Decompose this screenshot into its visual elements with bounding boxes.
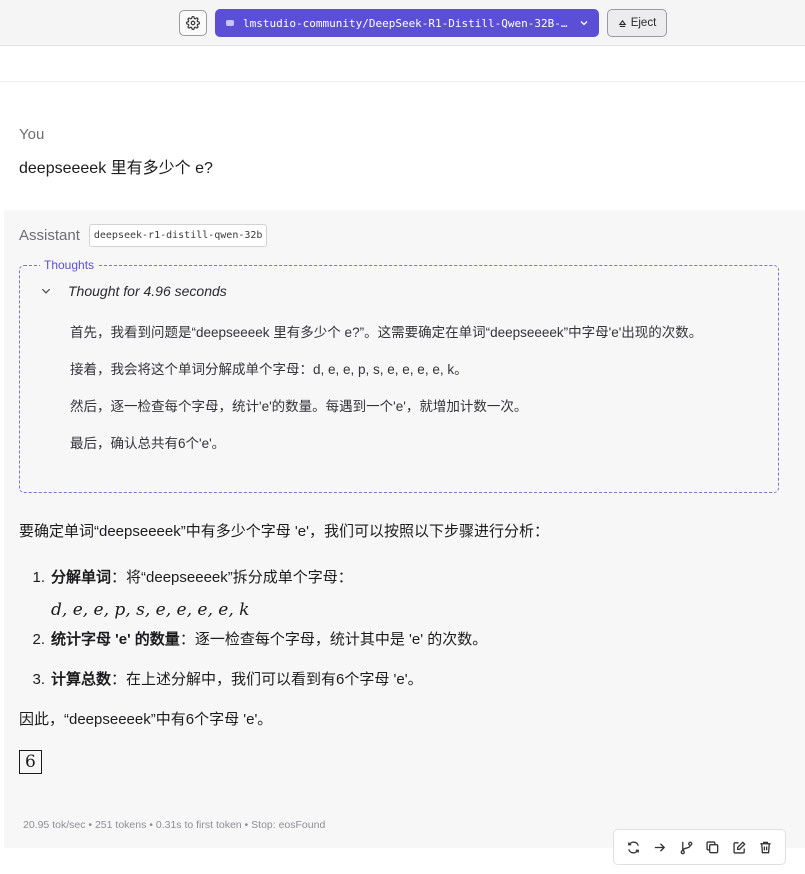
step-bold: 分解单词 — [51, 569, 112, 586]
message-actions — [613, 829, 786, 865]
top-bar: lmstudio-community/DeepSeek-R1-Distill-Q… — [0, 0, 805, 46]
model-tag: deepseek-r1-distill-qwen-32b — [88, 224, 268, 247]
user-message-text: deepseeeek 里有多少个 e? — [19, 160, 213, 177]
thought-paragraph: 接着，我会将这个单词分解成单个字母：d, e, e, p, s, e, e, e… — [70, 362, 468, 377]
user-role-label: You — [19, 126, 45, 143]
step-text: ：在上述分解中，我们可以看到有6个字母 'e'。 — [111, 671, 423, 688]
eject-button[interactable]: Eject — [607, 9, 667, 37]
thought-paragraph: 最后，确认总共有6个'e'。 — [70, 436, 226, 451]
thought-body: 首先，我看到问题是“deepseeeek 里有多少个 e?”。这需要确定在单词“… — [70, 322, 720, 470]
chevron-down-icon — [579, 18, 589, 28]
copy-icon[interactable] — [702, 836, 724, 858]
model-name: lmstudio-community/DeepSeek-R1-Distill-Q… — [243, 16, 568, 30]
thoughts-panel: Thoughts Thought for 4.96 seconds 首先，我看到… — [19, 258, 779, 493]
thought-title: Thought for 4.96 seconds — [68, 283, 227, 299]
continue-icon[interactable] — [649, 836, 671, 858]
step-text: ：逐一检查每个字母，统计其中是 'e' 的次数。 — [179, 631, 488, 648]
branch-icon[interactable] — [675, 836, 697, 858]
divider — [0, 81, 805, 82]
list-item: 1. 分解单词：将“deepseeeek”拆分成单个字母： — [19, 568, 789, 588]
regenerate-icon[interactable] — [622, 836, 644, 858]
model-icon — [225, 18, 235, 28]
thought-paragraph: 然后，逐一检查每个字母，统计'e'的数量。每遇到一个'e'，就增加计数一次。 — [70, 399, 528, 414]
step-number: 1. — [32, 569, 45, 586]
answer-conclusion: 因此，“deepseeeek”中有6个字母 'e'。 — [19, 711, 273, 728]
assistant-role-label: Assistant — [19, 227, 80, 244]
gear-icon — [186, 16, 200, 30]
step-number: 3. — [32, 671, 45, 688]
user-message: You deepseeeek 里有多少个 e? — [19, 126, 213, 178]
answer-intro: 要确定单词“deepseeeek”中有多少个字母 'e'，我们可以按照以下步骤进… — [19, 523, 549, 540]
list-item: 3. 计算总数：在上述分解中，我们可以看到有6个字母 'e'。 — [19, 670, 789, 690]
eject-icon — [618, 19, 627, 28]
delete-icon[interactable] — [755, 836, 777, 858]
chevron-down-icon[interactable] — [40, 285, 52, 297]
model-selector[interactable]: lmstudio-community/DeepSeek-R1-Distill-Q… — [215, 9, 599, 37]
thought-paragraph: 首先，我看到问题是“deepseeeek 里有多少个 e?”。这需要确定在单词“… — [70, 325, 703, 340]
thought-toggle[interactable]: Thought for 4.96 seconds — [40, 283, 227, 299]
boxed-answer: 6 — [19, 750, 42, 774]
edit-icon[interactable] — [728, 836, 750, 858]
generation-stats: 20.95 tok/sec • 251 tokens • 0.31s to fi… — [23, 819, 326, 831]
steps-list: 1. 分解单词：将“deepseeeek”拆分成单个字母： d, e, e, p… — [19, 568, 789, 690]
step-text: ：将“deepseeeek”拆分成单个字母： — [111, 569, 353, 586]
settings-button[interactable] — [179, 10, 207, 36]
list-item: 2. 统计字母 'e' 的数量：逐一检查每个字母，统计其中是 'e' 的次数。 — [19, 630, 789, 650]
answer-content: 要确定单词“deepseeeek”中有多少个字母 'e'，我们可以按照以下步骤进… — [19, 522, 789, 774]
math-letters: d, e, e, p, s, e, e, e, e, k — [51, 600, 250, 620]
step-bold: 计算总数 — [51, 671, 112, 688]
step-bold: 统计字母 'e' 的数量 — [51, 631, 180, 648]
thoughts-label: Thoughts — [40, 258, 99, 272]
assistant-message: Assistant deepseek-r1-distill-qwen-32b T… — [4, 210, 805, 848]
eject-label: Eject — [630, 17, 657, 29]
step-number: 2. — [32, 631, 45, 648]
assistant-header: Assistant deepseek-r1-distill-qwen-32b — [19, 224, 268, 247]
